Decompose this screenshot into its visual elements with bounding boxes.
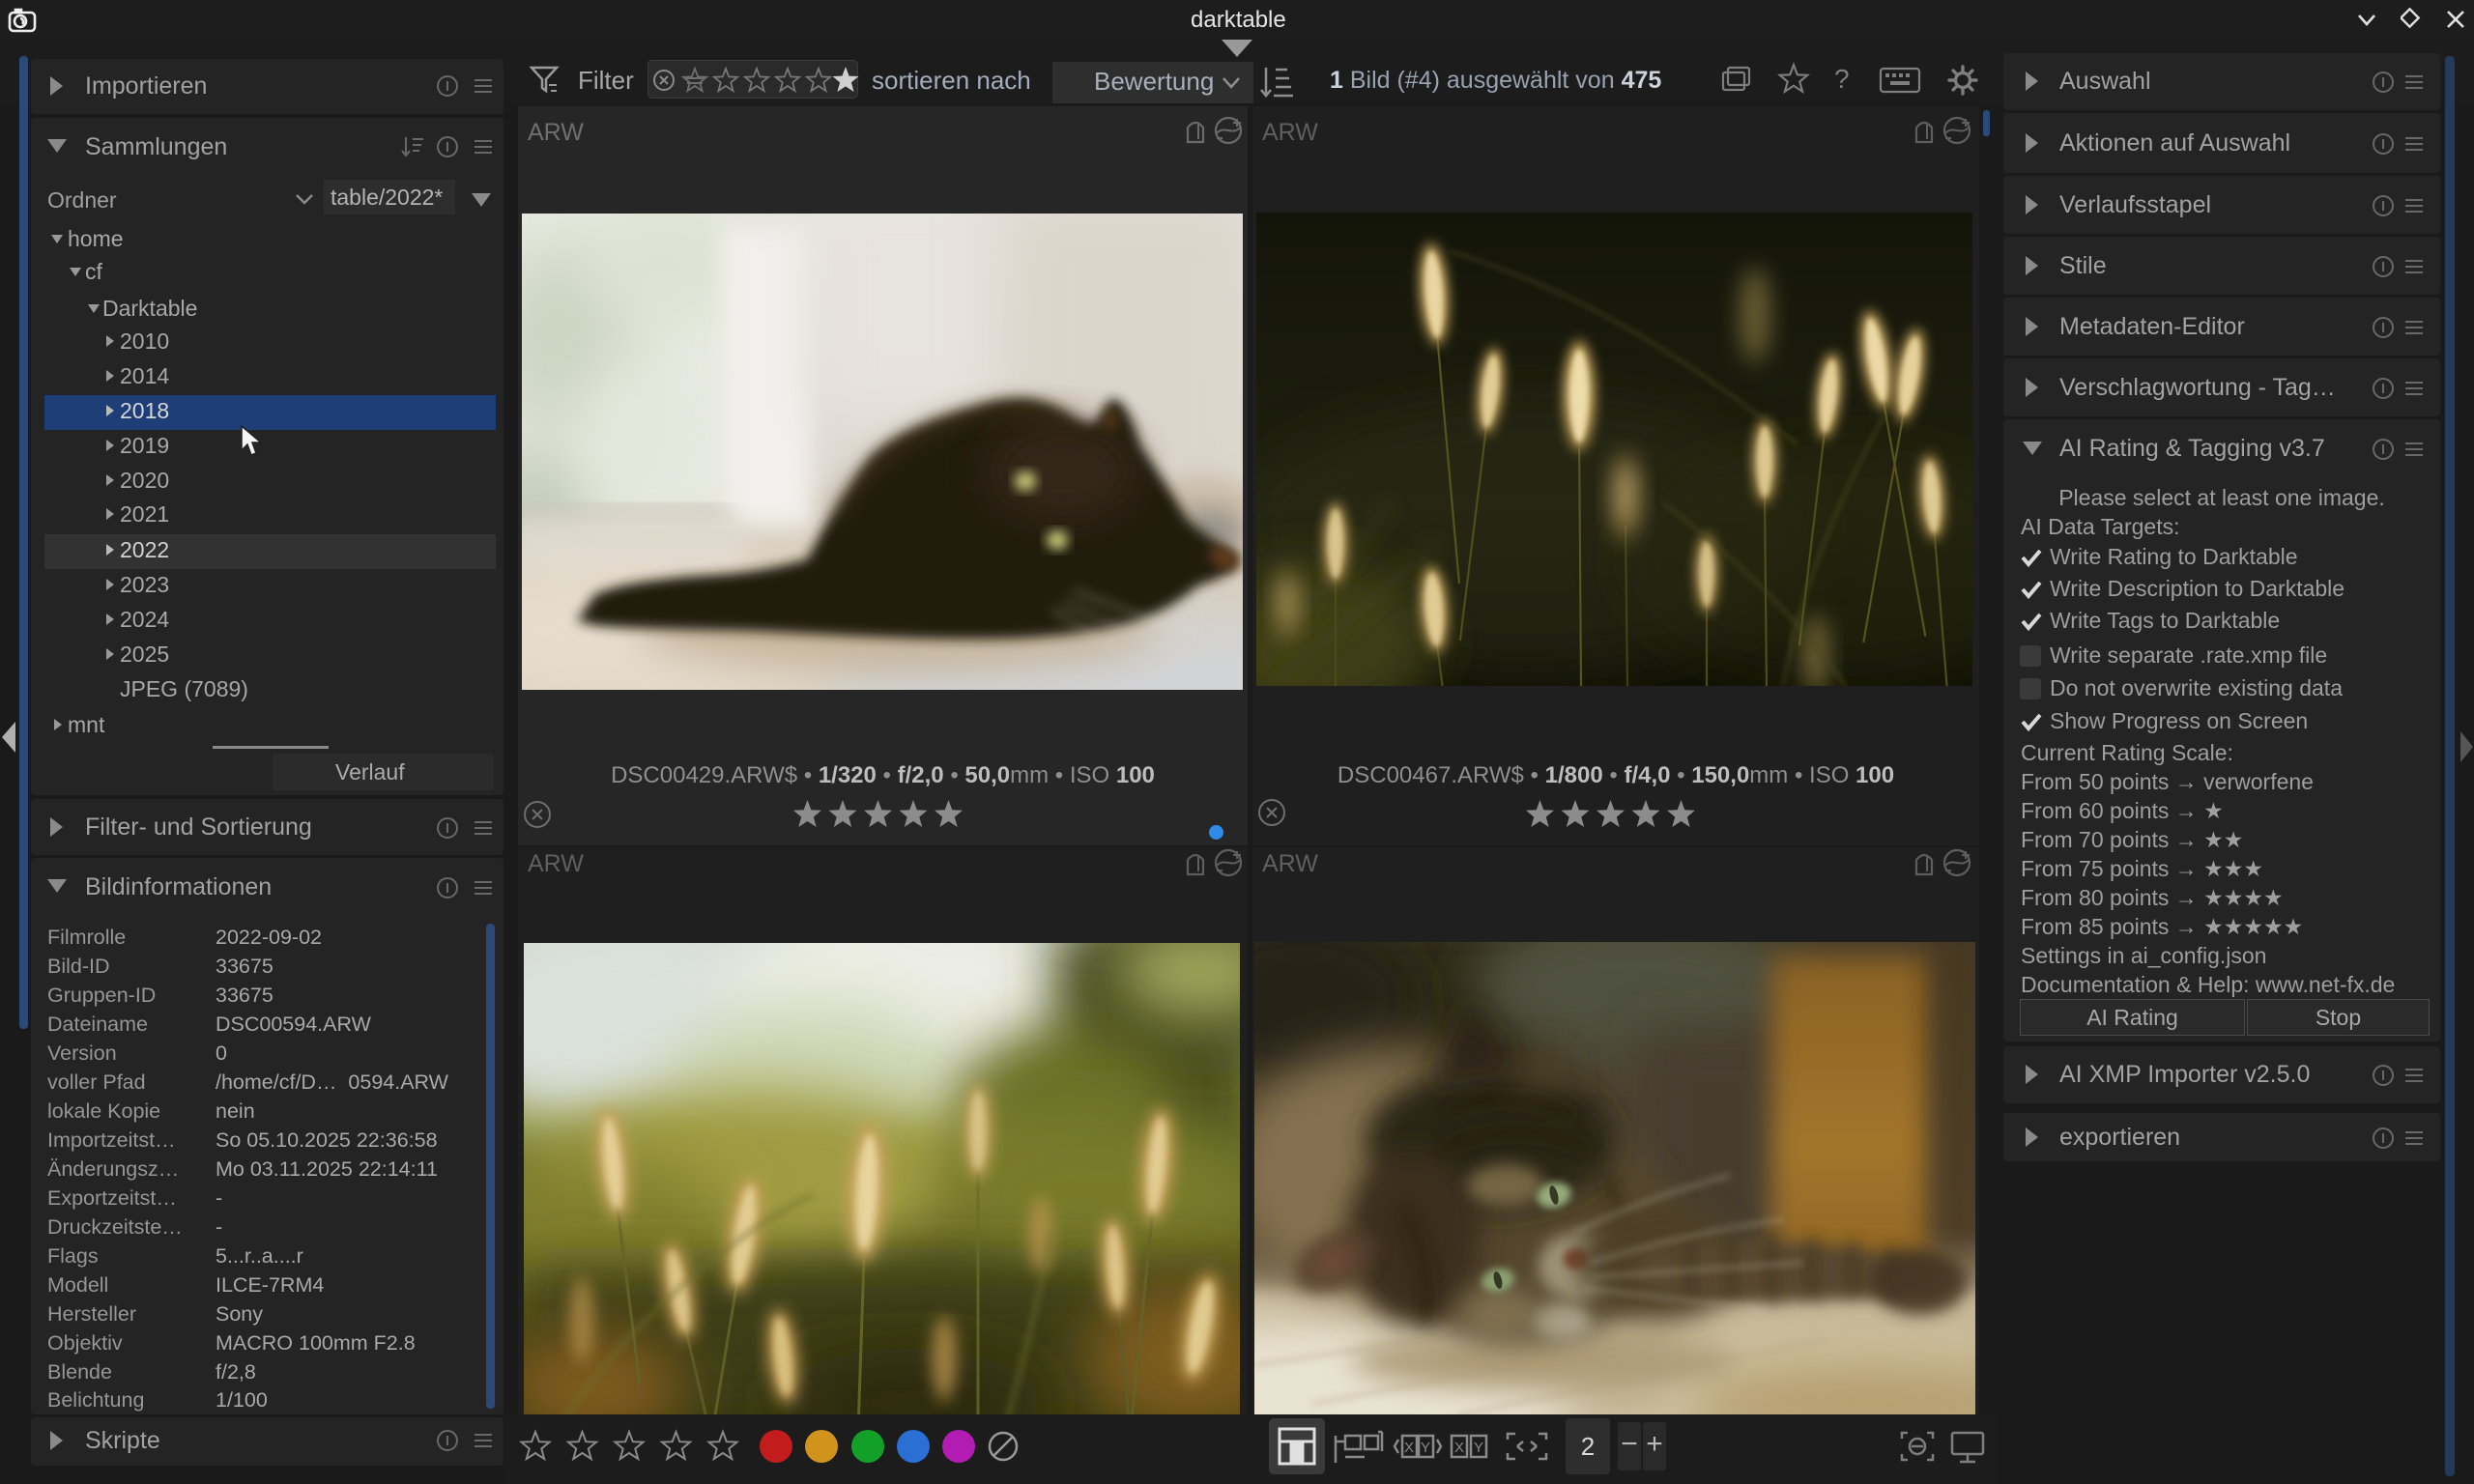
svg-text:X: X bbox=[1404, 1440, 1414, 1456]
svg-text:Y: Y bbox=[1421, 1440, 1430, 1456]
svg-text:X: X bbox=[1454, 1440, 1464, 1456]
svg-text:Y: Y bbox=[1474, 1440, 1483, 1456]
